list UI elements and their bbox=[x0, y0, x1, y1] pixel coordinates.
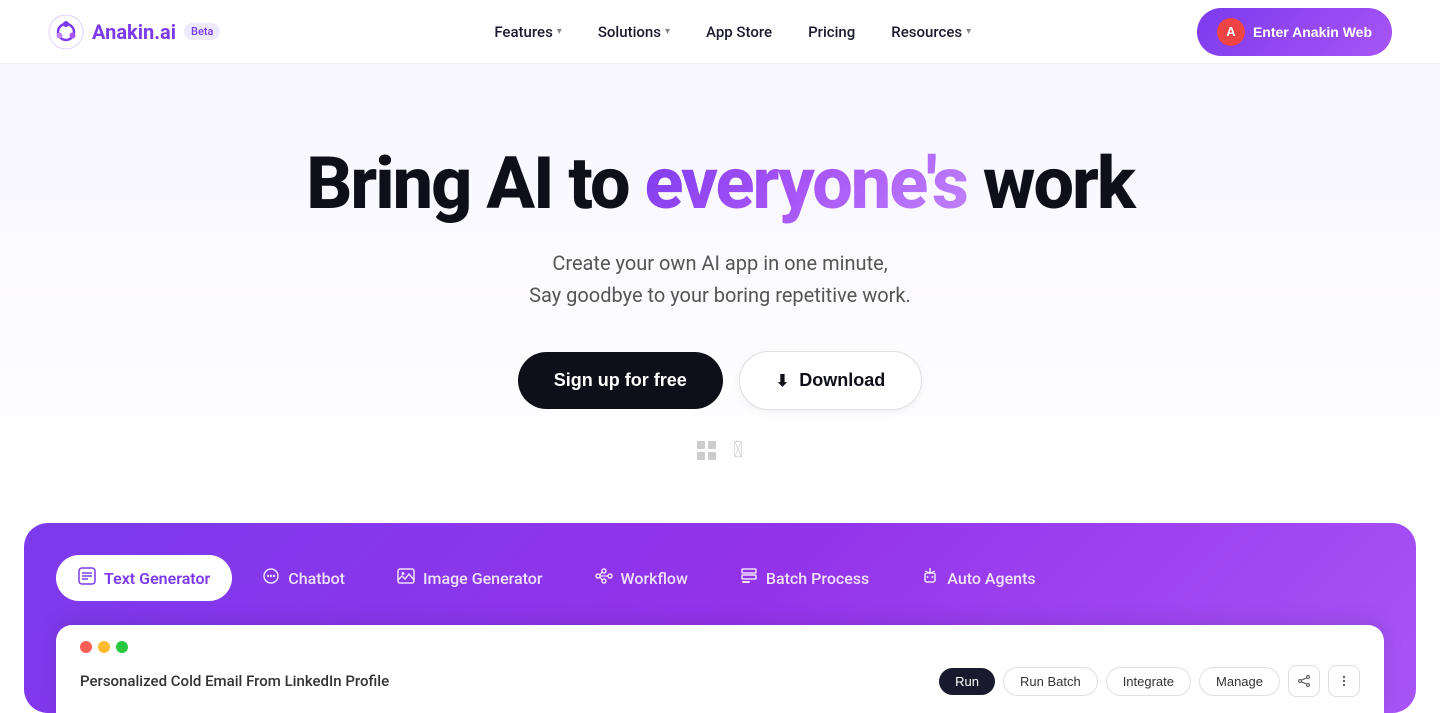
run-batch-button[interactable]: Run Batch bbox=[1003, 667, 1098, 696]
window-content: Personalized Cold Email From LinkedIn Pr… bbox=[80, 665, 1360, 697]
image-generator-icon bbox=[397, 567, 415, 589]
nav-resources[interactable]: Resources ▾ bbox=[891, 23, 971, 41]
logo-icon bbox=[48, 14, 84, 50]
nav-solutions[interactable]: Solutions ▾ bbox=[598, 23, 670, 41]
workflow-icon bbox=[595, 567, 613, 589]
feature-section: Text Generator Chatbot Im bbox=[24, 523, 1416, 713]
auto-agents-icon bbox=[921, 567, 939, 589]
enter-anakin-button[interactable]: A Enter Anakin Web bbox=[1197, 8, 1392, 56]
run-button[interactable]: Run bbox=[939, 668, 995, 695]
hero-subtitle: Create your own AI app in one minute, Sa… bbox=[529, 247, 911, 311]
beta-badge: Beta bbox=[184, 23, 220, 40]
download-button[interactable]: ⬇ Download bbox=[739, 351, 922, 410]
chevron-down-icon: ▾ bbox=[665, 26, 670, 37]
tab-text-generator[interactable]: Text Generator bbox=[56, 555, 232, 601]
download-icon: ⬇ bbox=[776, 371, 789, 391]
dot-red bbox=[80, 641, 92, 653]
tab-image-generator[interactable]: Image Generator bbox=[375, 555, 565, 601]
avatar: A bbox=[1217, 18, 1245, 46]
tab-auto-agents[interactable]: Auto Agents bbox=[899, 555, 1057, 601]
hero-title: Bring AI to everyone's work bbox=[306, 144, 1134, 223]
hero-section: Bring AI to everyone's work Create your … bbox=[0, 64, 1440, 523]
tab-batch-process[interactable]: Batch Process bbox=[718, 555, 891, 601]
nav-features[interactable]: Features ▾ bbox=[494, 23, 562, 41]
share-icon[interactable] bbox=[1288, 665, 1320, 697]
manage-button[interactable]: Manage bbox=[1199, 667, 1280, 696]
window-dots bbox=[80, 641, 1360, 653]
window-actions: Run Run Batch Integrate Manage bbox=[939, 665, 1360, 697]
os-icons:  bbox=[697, 438, 743, 463]
chevron-down-icon: ▾ bbox=[966, 26, 971, 37]
text-generator-icon bbox=[78, 567, 96, 589]
nav-pricing[interactable]: Pricing bbox=[808, 23, 855, 41]
hero-buttons: Sign up for free ⬇ Download bbox=[518, 351, 922, 410]
logo-text: Anakin.ai bbox=[92, 20, 176, 44]
signup-button[interactable]: Sign up for free bbox=[518, 352, 723, 409]
demo-window: Personalized Cold Email From LinkedIn Pr… bbox=[56, 625, 1384, 713]
integrate-button[interactable]: Integrate bbox=[1106, 667, 1191, 696]
tab-workflow[interactable]: Workflow bbox=[573, 555, 710, 601]
logo[interactable]: Anakin.ai Beta bbox=[48, 14, 220, 50]
nav-links: Features ▾ Solutions ▾ App Store Pricing… bbox=[268, 23, 1197, 41]
nav-appstore[interactable]: App Store bbox=[706, 23, 772, 41]
chatbot-icon bbox=[262, 567, 280, 589]
more-options-icon[interactable] bbox=[1328, 665, 1360, 697]
chevron-down-icon: ▾ bbox=[557, 26, 562, 37]
dot-green bbox=[116, 641, 128, 653]
feature-tabs: Text Generator Chatbot Im bbox=[56, 555, 1384, 601]
navbar: Anakin.ai Beta Features ▾ Solutions ▾ Ap… bbox=[0, 0, 1440, 64]
windows-icon bbox=[697, 441, 717, 461]
tab-chatbot[interactable]: Chatbot bbox=[240, 555, 367, 601]
window-title: Personalized Cold Email From LinkedIn Pr… bbox=[80, 672, 389, 690]
batch-process-icon bbox=[740, 567, 758, 589]
dot-yellow bbox=[98, 641, 110, 653]
apple-icon:  bbox=[733, 438, 743, 463]
